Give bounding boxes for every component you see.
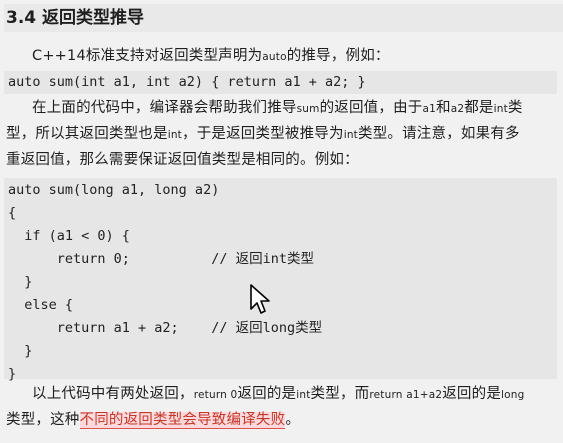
text-run: 返回的是 [237, 386, 297, 402]
code-line: } [8, 343, 33, 359]
inline-code: return 0 [193, 389, 238, 401]
code-line: return 0; // 返回int类型 [8, 251, 314, 267]
mouse-pointer-icon [250, 284, 270, 314]
text-run: ，于是返回类型被推导为 [182, 126, 344, 142]
text-run: 类型，这种 [6, 412, 80, 428]
text-run: 以上代码中有两处返回， [32, 386, 194, 402]
inline-code: a2 [450, 103, 465, 115]
inline-code: a1 [422, 103, 436, 115]
text-run: 。 [285, 412, 301, 428]
code-line: if (a1 < 0) { [8, 228, 130, 244]
document-page: 3.4 返回类型推导 C++14标准支持对返回类型声明为auto的推导，例如： … [0, 0, 563, 443]
inline-code: sum [296, 103, 320, 115]
code-line: } [8, 274, 33, 290]
text-run: 类型，而 [310, 386, 370, 402]
text-run: 类 [507, 100, 523, 116]
text-run: 都是 [464, 100, 494, 116]
code-block-multi-line: auto sum(long a1, long a2) { if (a1 < 0)… [4, 178, 557, 382]
text-run: 和 [436, 100, 451, 116]
inline-code: int [296, 389, 311, 401]
inline-code: int [167, 129, 182, 141]
inline-keyword: auto [262, 51, 287, 63]
section-title: 3.4 返回类型推导 [4, 4, 563, 32]
code-line: auto sum(int a1, int a2) { return a1 + a… [8, 74, 366, 90]
conclusion-line-1: 以上代码中有两处返回，return 0返回的是int类型，而return a1+… [6, 382, 559, 408]
code-line: else { [8, 297, 74, 313]
text-run: 的返回值，由于 [319, 100, 423, 116]
code-line: { [8, 205, 17, 221]
intro-text-end: 的推导，例如： [286, 48, 390, 64]
code-line: return a1 + a2; // 返回long类型 [8, 320, 323, 336]
code-block-single-line: auto sum(int a1, int a2) { return a1 + a… [4, 71, 557, 94]
text-run: 类型。请注意，如果有多 [358, 126, 520, 142]
code-line: auto sum(long a1, long a2) [8, 182, 220, 198]
intro-text: C++14标准支持对返回类型声明为 [32, 48, 263, 64]
text-run: 在上面的代码中，编译器会帮助我们推导 [32, 100, 297, 116]
explanation-line-2: 型，所以其返回类型也是int，于是返回类型被推导为int类型。请注意，如果有多 [6, 122, 559, 148]
text-run: 型，所以其返回类型也是 [6, 126, 168, 142]
text-run: 返回的是 [442, 386, 502, 402]
intro-paragraph: C++14标准支持对返回类型声明为auto的推导，例如： [6, 44, 563, 70]
inline-code: int [343, 129, 358, 141]
inline-code: int [493, 103, 508, 115]
explanation-paragraph: 在上面的代码中，编译器会帮助我们推导sum的返回值，由于a1和a2都是int类 … [6, 96, 559, 173]
inline-code: return a1+a2 [369, 389, 443, 401]
explanation-line-1: 在上面的代码中，编译器会帮助我们推导sum的返回值，由于a1和a2都是int类 [6, 96, 559, 122]
conclusion-paragraph: 以上代码中有两处返回，return 0返回的是int类型，而return a1+… [6, 382, 559, 433]
highlighted-warning-text: 不同的返回类型会导致编译失败 [79, 412, 286, 429]
explanation-line-3: 重返回值，那么需要保证返回值类型是相同的。例如： [6, 152, 359, 168]
inline-code: long [501, 389, 525, 401]
conclusion-line-2: 类型，这种不同的返回类型会导致编译失败。 [6, 408, 559, 433]
